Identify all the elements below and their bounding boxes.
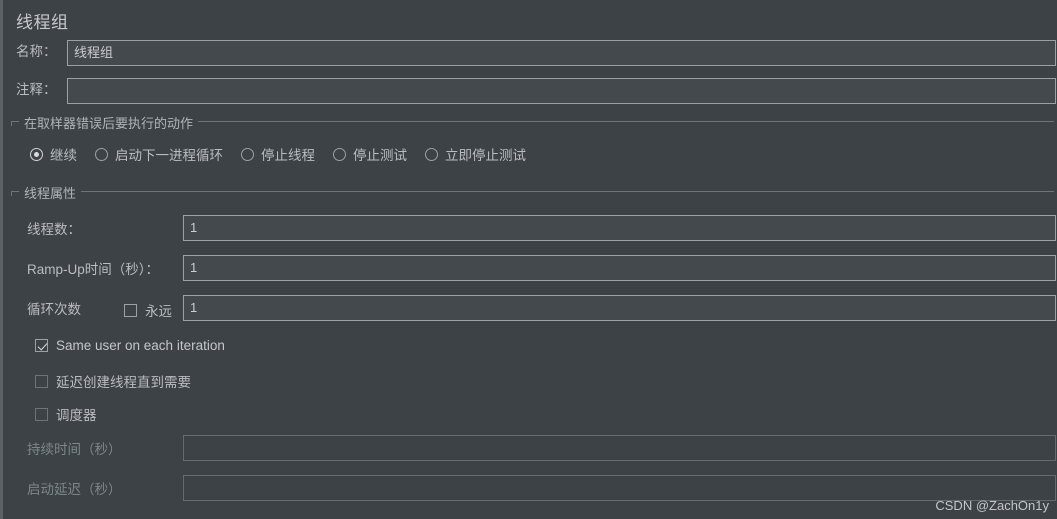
checkbox-icon-forever[interactable] — [124, 303, 137, 317]
loop-count-label: 循环次数 — [27, 302, 81, 317]
checkbox-icon-scheduler[interactable] — [35, 407, 48, 421]
radio-icon-continue[interactable] — [30, 147, 43, 161]
thread-count-row: 线程数： — [27, 215, 81, 241]
ramp-up-row: Ramp-Up时间（秒）： — [27, 255, 159, 281]
radio-label-stop-thread: 停止线程 — [261, 148, 315, 163]
radio-label-start-next-loop: 启动下一进程循环 — [115, 148, 223, 163]
group-tick — [11, 121, 12, 126]
loop-forever-checkbox-row[interactable]: 永远 — [124, 300, 172, 320]
duration-row: 持续时间（秒） — [27, 435, 122, 461]
error-action-group-title: 在取样器错误后要执行的动作 — [19, 113, 199, 132]
page-title: 线程组 — [16, 13, 69, 32]
duration-input[interactable] — [183, 435, 1056, 461]
radio-label-continue: 继续 — [50, 148, 77, 163]
delay-thread-creation-label: 延迟创建线程直到需要 — [56, 375, 191, 390]
thread-group-panel: 线程组 名称： 线程组 注释： 在取样器错误后要执行的动作 继续 启动下一进程循… — [0, 0, 1057, 519]
radio-icon-stop-thread[interactable] — [241, 147, 254, 161]
name-label: 名称： — [16, 44, 57, 59]
ramp-up-input[interactable]: 1 — [183, 255, 1056, 281]
scheduler-checkbox-row[interactable]: 调度器 — [35, 404, 97, 424]
startup-delay-label: 启动延迟（秒） — [27, 482, 122, 497]
thread-count-label: 线程数： — [27, 222, 81, 237]
radio-option-continue[interactable]: 继续 — [30, 144, 77, 164]
radio-option-stop-test[interactable]: 停止测试 — [333, 144, 407, 164]
watermark: CSDN @ZachOn1y — [935, 498, 1049, 513]
radio-option-start-next-loop[interactable]: 启动下一进程循环 — [95, 144, 223, 164]
error-action-radio-group: 继续 启动下一进程循环 停止线程 停止测试 立即停止测试 — [30, 144, 544, 164]
comment-label: 注释： — [16, 82, 57, 97]
loop-count-row: 循环次数 — [27, 295, 81, 321]
radio-label-stop-test: 停止测试 — [353, 148, 407, 163]
startup-delay-row: 启动延迟（秒） — [27, 475, 122, 501]
ramp-up-label: Ramp-Up时间（秒）： — [27, 262, 160, 277]
scheduler-label: 调度器 — [56, 408, 97, 423]
radio-icon-start-next-loop[interactable] — [95, 147, 108, 161]
radio-icon-stop-test-now[interactable] — [425, 147, 438, 161]
comment-input[interactable] — [67, 78, 1056, 104]
duration-label: 持续时间（秒） — [27, 442, 122, 457]
checkbox-icon-delay-thread-creation[interactable] — [35, 374, 48, 388]
same-user-checkbox-row[interactable]: Same user on each iteration — [35, 338, 225, 353]
comment-row: 注释： — [16, 78, 67, 98]
loop-count-input[interactable]: 1 — [183, 295, 1056, 321]
radio-option-stop-test-now[interactable]: 立即停止测试 — [425, 144, 526, 164]
same-user-label: Same user on each iteration — [56, 338, 225, 353]
radio-label-stop-test-now: 立即停止测试 — [445, 148, 526, 163]
name-row: 名称： — [16, 40, 67, 60]
radio-icon-stop-test[interactable] — [333, 147, 346, 161]
radio-option-stop-thread[interactable]: 停止线程 — [241, 144, 315, 164]
name-input[interactable]: 线程组 — [67, 40, 1056, 66]
group-tick — [11, 191, 12, 196]
checkbox-icon-same-user[interactable] — [35, 339, 48, 352]
delay-thread-creation-checkbox-row[interactable]: 延迟创建线程直到需要 — [35, 371, 191, 391]
loop-forever-label: 永远 — [145, 304, 172, 319]
startup-delay-input[interactable] — [183, 475, 1056, 501]
thread-properties-group-title: 线程属性 — [19, 183, 82, 202]
thread-count-input[interactable]: 1 — [183, 215, 1056, 241]
